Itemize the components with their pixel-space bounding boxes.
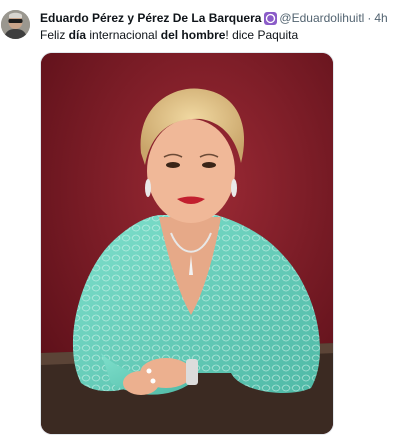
user-handle[interactable]: @Eduardolihuitl <box>279 10 364 26</box>
tweet-text-part: internacional <box>86 28 161 42</box>
tweet-text-part: ! dice Paquita <box>225 28 299 42</box>
avatar[interactable] <box>1 10 30 39</box>
tweet-text-part: Feliz <box>40 28 69 42</box>
tweet-photo[interactable] <box>40 52 334 435</box>
separator-dot: · <box>367 11 372 25</box>
verified-badge-icon <box>264 11 278 25</box>
timestamp[interactable]: 4h <box>374 10 387 26</box>
tweet-header: Eduardo Pérez y Pérez De La Barquera @Ed… <box>40 10 388 26</box>
display-name[interactable]: Eduardo Pérez y Pérez De La Barquera <box>40 10 261 26</box>
tweet[interactable]: Eduardo Pérez y Pérez De La Barquera @Ed… <box>0 0 407 439</box>
tweet-text-bold: día <box>68 28 87 42</box>
photo-illustration <box>41 53 333 434</box>
tweet-text: Feliz día internacional del hombre! dice… <box>40 27 298 43</box>
tweet-text-bold: del hombre <box>160 28 226 42</box>
